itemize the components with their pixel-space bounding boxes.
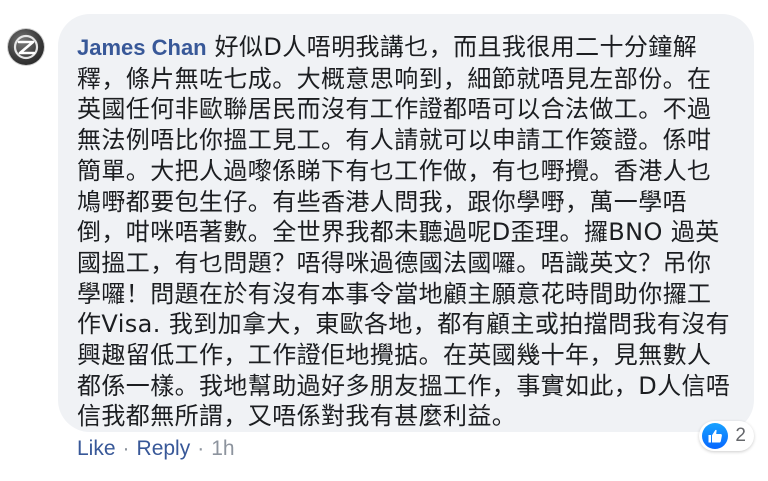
avatar[interactable] xyxy=(8,29,44,65)
like-button[interactable]: Like xyxy=(77,437,116,461)
comment-author-name[interactable]: James Chan xyxy=(77,35,207,60)
comment-actions: Like · Reply · 1h xyxy=(77,437,235,461)
comment-body: 好似D人唔明我講乜，而且我很用二十分鐘解釋，條片無咗七成。大概意思响到，細節就唔… xyxy=(77,33,731,431)
comment-row: James Chan 好似D人唔明我講乜，而且我很用二十分鐘解釋，條片無咗七成。大… xyxy=(0,0,768,481)
reaction-summary[interactable]: 2 xyxy=(699,421,754,451)
comment-bubble: James Chan 好似D人唔明我講乜，而且我很用二十分鐘解釋，條片無咗七成。大… xyxy=(58,14,754,432)
comment-timestamp[interactable]: 1h xyxy=(211,437,234,461)
thumbs-up-icon xyxy=(702,423,729,449)
action-separator: · xyxy=(122,437,130,460)
reply-button[interactable]: Reply xyxy=(137,437,191,461)
reaction-count: 2 xyxy=(735,425,746,446)
avatar-logo-icon xyxy=(13,34,39,60)
action-separator: · xyxy=(197,437,205,460)
comment-text-block: James Chan 好似D人唔明我講乜，而且我很用二十分鐘解釋，條片無咗七成。大… xyxy=(77,32,734,432)
